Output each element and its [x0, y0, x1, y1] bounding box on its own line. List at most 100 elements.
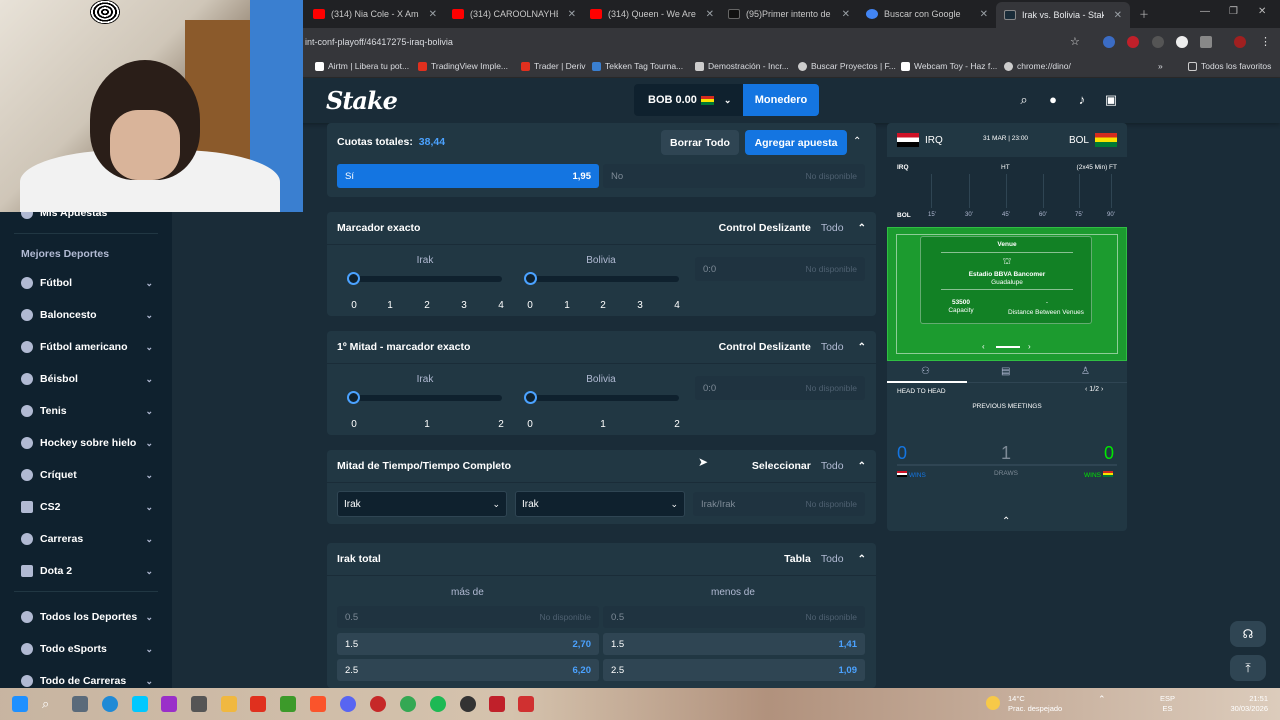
market-view-mode[interactable]: Seleccionar — [752, 460, 811, 472]
premiere-icon[interactable] — [161, 696, 177, 712]
voicemod-icon[interactable] — [489, 696, 505, 712]
browser-tab[interactable]: (314) CAROOLNAYHE - LA ✕ — [444, 4, 584, 24]
over-outcome[interactable]: 1.5 2,70 — [337, 633, 599, 655]
market-view-mode[interactable]: Tabla — [784, 553, 811, 565]
photoshop-icon[interactable] — [132, 696, 148, 712]
market-header[interactable]: Irak total Tabla Todo ⌃ — [337, 543, 866, 575]
sidebar-item-tenis[interactable]: Tenis ⌄ — [21, 401, 153, 421]
sidebar-item-baloncesto[interactable]: Baloncesto ⌄ — [21, 305, 153, 325]
chevron-right-icon[interactable]: › — [1028, 342, 1031, 351]
browser-tab[interactable]: (314) Nia Cole - X Amarte ✕ — [305, 4, 445, 24]
under-outcome[interactable]: 2.5 1,09 — [603, 659, 865, 681]
bookmark-item[interactable]: Trader | Deriv — [521, 61, 586, 71]
scroll-to-top-icon[interactable]: ⤒ — [1230, 655, 1266, 681]
h2h-pager[interactable]: ‹ 1/2 › — [1085, 386, 1103, 393]
sidebar-item-carreras[interactable]: Carreras ⌄ — [21, 529, 153, 549]
minimize-icon[interactable]: — — [1200, 6, 1210, 17]
sidebar-item-all-esports[interactable]: Todo eSports ⌄ — [21, 639, 153, 659]
weather-widget[interactable]: 14°C Prac. despejado — [1008, 694, 1062, 714]
chevron-up-icon[interactable]: ⌃ — [858, 554, 866, 565]
close-icon[interactable]: ✕ — [429, 9, 437, 20]
betslip-toggle-icon[interactable]: ▣ — [1104, 93, 1118, 107]
score-slider-handle[interactable] — [347, 272, 360, 285]
brave-icon[interactable] — [310, 696, 326, 712]
search-icon[interactable]: ⌕ — [1017, 93, 1031, 107]
score-slider-handle[interactable] — [347, 391, 360, 404]
discord-icon[interactable] — [340, 696, 356, 712]
sidebar-item-dota2[interactable]: Dota 2 ⌄ — [21, 561, 153, 581]
under-outcome[interactable]: 1.5 1,41 — [603, 633, 865, 655]
windows-start-icon[interactable] — [12, 696, 28, 712]
all-favorites[interactable]: Todos los favoritos — [1188, 61, 1271, 71]
over-outcome[interactable]: 2.5 6,20 — [337, 659, 599, 681]
close-icon[interactable]: ✕ — [568, 9, 576, 20]
user-icon[interactable]: ● — [1046, 93, 1060, 107]
bookmark-item[interactable]: Airtm | Libera tu pot... — [315, 61, 409, 71]
market-view-mode[interactable]: Control Deslizante — [719, 222, 811, 234]
deriv-icon[interactable] — [250, 696, 266, 712]
app-icon[interactable] — [370, 696, 386, 712]
tray-chevron-up-icon[interactable]: ⌃ — [1098, 694, 1106, 704]
spotify-icon[interactable] — [430, 696, 446, 712]
chevron-up-icon[interactable]: ⌃ — [858, 461, 866, 472]
score-slider-track[interactable] — [354, 395, 502, 401]
balance-dropdown[interactable]: BOB 0.00 ⌄ — [634, 84, 744, 116]
bookmark-star-icon[interactable]: ☆ — [1070, 36, 1082, 48]
market-header[interactable]: Mitad de Tiempo/Tiempo Completo Seleccio… — [337, 450, 866, 482]
clear-all-button[interactable]: Borrar Todo — [661, 130, 739, 155]
window-close-icon[interactable]: ✕ — [1258, 6, 1266, 17]
browser-tab[interactable]: Buscar con Google ✕ — [858, 4, 996, 24]
score-slider-track[interactable] — [531, 395, 679, 401]
sidebar-item-hockey[interactable]: Hockey sobre hielo ⌄ — [21, 433, 153, 453]
fulltime-select[interactable]: Irak ⌄ — [515, 491, 685, 517]
tab-head-to-head-icon[interactable]: ⚇ — [921, 366, 930, 377]
market-header[interactable]: Marcador exacto Control Deslizante Todo … — [337, 212, 866, 244]
extension-icon[interactable] — [1176, 36, 1188, 48]
chevron-left-icon[interactable]: ‹ — [982, 342, 985, 351]
halftime-select[interactable]: Irak ⌄ — [337, 491, 507, 517]
extension-icon[interactable] — [1103, 36, 1115, 48]
sidebar-item-cs2[interactable]: CS2 ⌄ — [21, 497, 153, 517]
market-all-link[interactable]: Todo — [821, 222, 844, 234]
market-all-link[interactable]: Todo — [821, 553, 844, 565]
extension-icon[interactable] — [1152, 36, 1164, 48]
chevron-up-icon[interactable]: ⌃ — [858, 342, 866, 353]
chevron-up-icon[interactable]: ⌃ — [853, 136, 861, 147]
browser-tab[interactable]: (95)Primer intento de car ✕ — [720, 4, 858, 24]
app-icon[interactable] — [191, 696, 207, 712]
sidebar-item-futbol-americano[interactable]: Fútbol americano ⌄ — [21, 337, 153, 357]
file-explorer-icon[interactable] — [221, 696, 237, 712]
live-support-headset-icon[interactable]: ☊ — [1230, 621, 1266, 647]
extension-icon[interactable] — [1127, 36, 1139, 48]
bookmark-item[interactable]: Tekken Tag Tourna... — [592, 61, 683, 71]
edge-icon[interactable] — [102, 696, 118, 712]
add-bet-button[interactable]: Agregar apuesta — [745, 130, 847, 155]
outcome-yes[interactable]: Sí 1,95 — [337, 164, 599, 188]
wallet-button[interactable]: Monedero — [743, 84, 819, 116]
market-view-mode[interactable]: Control Deslizante — [719, 341, 811, 353]
tab-stats-icon[interactable]: ▤ — [1001, 366, 1010, 377]
score-slider-track[interactable] — [354, 276, 502, 282]
chevron-up-icon[interactable]: ⌃ — [858, 223, 866, 234]
close-icon[interactable]: ✕ — [842, 9, 850, 20]
score-slider-track[interactable] — [531, 276, 679, 282]
url-input[interactable]: int-conf-playoff/46417275-iraq-bolivia — [305, 37, 453, 47]
market-all-link[interactable]: Todo — [821, 341, 844, 353]
chrome-icon[interactable] — [400, 696, 416, 712]
menu-kebab-icon[interactable]: ⋮ — [1260, 36, 1272, 48]
chevron-right-icon[interactable]: › — [1101, 386, 1103, 393]
bookmark-item[interactable]: TradingView Imple... — [418, 61, 508, 71]
notifications-bell-icon[interactable]: ♪ — [1075, 93, 1089, 107]
close-icon[interactable]: ✕ — [980, 9, 988, 20]
market-all-link[interactable]: Todo — [821, 460, 844, 472]
minecraft-icon[interactable] — [280, 696, 296, 712]
obs-icon[interactable] — [460, 696, 476, 712]
bookmark-item[interactable]: Webcam Toy - Haz f... — [901, 61, 997, 71]
sidebar-item-beisbol[interactable]: Béisbol ⌄ — [21, 369, 153, 389]
restore-icon[interactable]: ❐ — [1229, 6, 1238, 17]
tab-lineup-icon[interactable]: ♙ — [1081, 366, 1090, 377]
sidebar-item-all-sports[interactable]: Todos los Deportes ⌄ — [21, 607, 153, 627]
collapse-chevron-up-icon[interactable]: ⌃ — [1002, 516, 1010, 527]
bookmark-item[interactable]: chrome://dino/ — [1004, 61, 1071, 71]
close-icon[interactable]: ✕ — [706, 9, 714, 20]
